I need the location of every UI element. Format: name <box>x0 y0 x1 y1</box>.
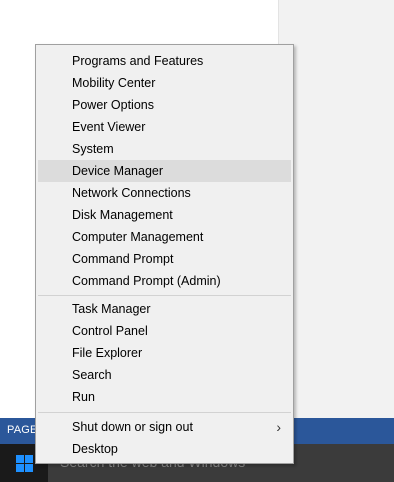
menu-item-command-prompt[interactable]: Command Prompt <box>38 248 291 270</box>
menu-item-label: Run <box>72 390 95 404</box>
menu-group-power: Shut down or sign out › Desktop <box>36 416 293 460</box>
menu-item-label: Computer Management <box>72 230 204 244</box>
menu-item-label: Control Panel <box>72 324 148 338</box>
winx-context-menu: Programs and Features Mobility Center Po… <box>35 44 294 464</box>
status-bar-page-label: PAGE <box>7 424 38 436</box>
menu-item-computer-management[interactable]: Computer Management <box>38 226 291 248</box>
menu-item-programs-and-features[interactable]: Programs and Features <box>38 50 291 72</box>
menu-group-system-tools: Programs and Features Mobility Center Po… <box>36 50 293 292</box>
menu-item-label: Programs and Features <box>72 54 204 68</box>
menu-item-label: Disk Management <box>72 208 173 222</box>
windows-logo-icon <box>15 454 33 472</box>
menu-item-label: Task Manager <box>72 302 151 316</box>
menu-item-label: Desktop <box>72 442 118 456</box>
menu-item-label: Device Manager <box>72 164 164 178</box>
menu-item-system[interactable]: System <box>38 138 291 160</box>
menu-item-mobility-center[interactable]: Mobility Center <box>38 72 291 94</box>
menu-item-run[interactable]: Run <box>38 386 291 408</box>
menu-item-disk-management[interactable]: Disk Management <box>38 204 291 226</box>
menu-item-control-panel[interactable]: Control Panel <box>38 320 291 342</box>
menu-item-label: Shut down or sign out <box>72 420 193 434</box>
menu-item-desktop[interactable]: Desktop <box>38 438 291 460</box>
menu-item-network-connections[interactable]: Network Connections <box>38 182 291 204</box>
menu-separator <box>38 412 291 413</box>
menu-item-label: System <box>72 142 114 156</box>
chevron-right-icon: › <box>276 419 281 435</box>
menu-item-file-explorer[interactable]: File Explorer <box>38 342 291 364</box>
menu-item-device-manager[interactable]: Device Manager <box>38 160 291 182</box>
menu-item-label: File Explorer <box>72 346 143 360</box>
menu-item-label: Command Prompt <box>72 252 174 266</box>
menu-separator <box>38 295 291 296</box>
menu-item-label: Command Prompt (Admin) <box>72 274 221 288</box>
menu-item-label: Mobility Center <box>72 76 156 90</box>
menu-item-event-viewer[interactable]: Event Viewer <box>38 116 291 138</box>
menu-item-search[interactable]: Search <box>38 364 291 386</box>
menu-item-label: Power Options <box>72 98 154 112</box>
menu-item-command-prompt-admin[interactable]: Command Prompt (Admin) <box>38 270 291 292</box>
menu-item-power-options[interactable]: Power Options <box>38 94 291 116</box>
menu-item-label: Event Viewer <box>72 120 146 134</box>
menu-item-label: Search <box>72 368 112 382</box>
menu-item-shut-down-or-sign-out[interactable]: Shut down or sign out › <box>38 416 291 438</box>
menu-item-task-manager[interactable]: Task Manager <box>38 298 291 320</box>
menu-item-label: Network Connections <box>72 186 191 200</box>
menu-group-apps: Task Manager Control Panel File Explorer… <box>36 298 293 408</box>
